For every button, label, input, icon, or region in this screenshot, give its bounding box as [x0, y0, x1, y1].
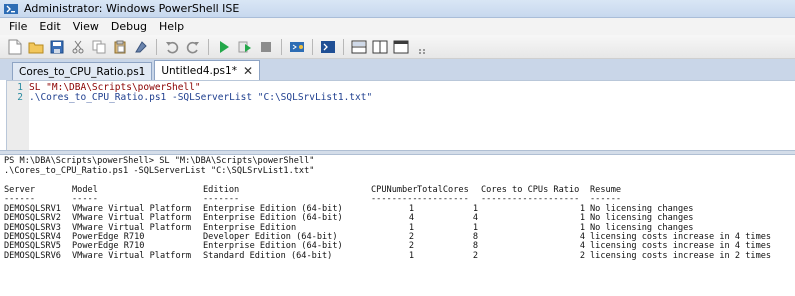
cell-resume: licensing costs increase in 2 times: [590, 250, 772, 261]
output-table: Server Model Edition CPUNumber TotalCore…: [4, 185, 795, 261]
divider: ---------: [371, 194, 418, 205]
cell-cpunumber: 2: [408, 241, 414, 252]
cell-server: DEMOSQLSRV6: [4, 250, 61, 261]
cell-totalcores: 2: [472, 250, 478, 261]
divider: ----------: [417, 194, 469, 205]
toolbar-separator: [312, 38, 313, 55]
clear-icon[interactable]: [132, 38, 150, 56]
paste-icon[interactable]: [111, 38, 129, 56]
layout-right-icon[interactable]: [371, 38, 389, 56]
menu-file[interactable]: File: [3, 20, 33, 33]
cut-icon[interactable]: [69, 38, 87, 56]
window-title: Administrator: Windows PowerShell ISE: [24, 2, 240, 15]
run-selection-icon[interactable]: [236, 38, 254, 56]
undo-icon[interactable]: [163, 38, 181, 56]
cell-edition: Standard Edition (64-bit): [203, 250, 333, 261]
console-pane[interactable]: PS M:\DBA\Scripts\powerShell> SL "M:\DBA…: [0, 155, 795, 296]
tab-untitled4[interactable]: Untitled4.ps1* ✕: [154, 60, 261, 80]
menu-help[interactable]: Help: [153, 20, 190, 33]
menu-view[interactable]: View: [67, 20, 105, 33]
tab-label: Cores_to_CPU_Ratio.ps1: [19, 65, 146, 78]
console-command-line: .\Cores_to_CPU_Ratio.ps1 -SQLServerList …: [4, 165, 315, 176]
layout-top-icon[interactable]: [350, 38, 368, 56]
toolbar-separator: [281, 38, 282, 55]
cell-totalcores: 8: [472, 241, 478, 252]
cell-cpunumber: 1: [408, 250, 414, 261]
cell-ratio: 4: [579, 241, 585, 252]
cell-cpunumber: 1: [408, 222, 414, 233]
title-bar: Administrator: Windows PowerShell ISE: [0, 0, 795, 18]
tab-cores-to-cpu-ratio[interactable]: Cores_to_CPU_Ratio.ps1: [12, 62, 153, 80]
cell-totalcores: 4: [472, 213, 478, 224]
toolbar: [0, 35, 795, 59]
more-icon[interactable]: [413, 38, 431, 56]
copy-icon[interactable]: [90, 38, 108, 56]
script-editor[interactable]: 1 SL "M:\DBA\Scripts\powerShell" 2 .\Cor…: [6, 80, 795, 150]
cell-cpunumber: 2: [408, 232, 414, 243]
cell-model: VMware Virtual Platform: [72, 250, 191, 261]
cell-cpunumber: 1: [408, 203, 414, 214]
new-icon[interactable]: [6, 38, 24, 56]
editor-line: 2 .\Cores_to_CPU_Ratio.ps1 -SQLServerLis…: [7, 93, 372, 103]
cell-totalcores: 1: [472, 203, 478, 214]
toolbar-separator: [343, 38, 344, 55]
cell-totalcores: 1: [472, 222, 478, 233]
open-icon[interactable]: [27, 38, 45, 56]
save-icon[interactable]: [48, 38, 66, 56]
close-icon[interactable]: ✕: [243, 64, 253, 78]
cell-ratio: 1: [579, 213, 585, 224]
remote-powershell-icon[interactable]: [288, 38, 306, 56]
stop-icon[interactable]: [257, 38, 275, 56]
layout-max-icon[interactable]: [392, 38, 410, 56]
cell-ratio: 1: [579, 203, 585, 214]
menu-debug[interactable]: Debug: [105, 20, 153, 33]
powershell-console-icon[interactable]: [319, 38, 337, 56]
cell-ratio: 1: [579, 222, 585, 233]
line-number: 2: [17, 92, 23, 103]
table-row: DEMOSQLSRV6 VMware Virtual Platform Standa…: [4, 250, 795, 261]
toolbar-separator: [156, 38, 157, 55]
cell-ratio: 2: [579, 250, 585, 261]
script-tab-strip: Cores_to_CPU_Ratio.ps1 Untitled4.ps1* ✕: [0, 59, 795, 80]
powershell-ise-icon: [4, 3, 18, 14]
tab-label: Untitled4.ps1*: [161, 64, 237, 77]
cell-cpunumber: 4: [408, 213, 414, 224]
menu-edit[interactable]: Edit: [33, 20, 66, 33]
code-text: .\Cores_to_CPU_Ratio.ps1 -SQLServerList …: [29, 92, 373, 103]
run-icon[interactable]: [215, 38, 233, 56]
divider: -------------------: [481, 194, 580, 205]
redo-icon[interactable]: [184, 38, 202, 56]
cell-ratio: 4: [579, 232, 585, 243]
menu-bar: File Edit View Debug Help: [0, 18, 795, 35]
cell-totalcores: 8: [472, 232, 478, 243]
toolbar-separator: [208, 38, 209, 55]
